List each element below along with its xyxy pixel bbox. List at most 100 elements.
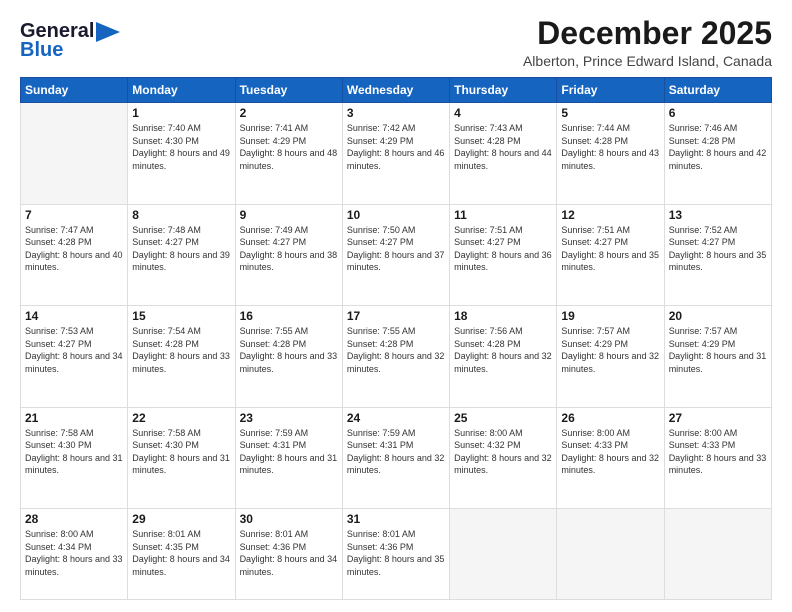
day-number: 18	[454, 309, 552, 323]
day-cell: 20 Sunrise: 7:57 AMSunset: 4:29 PMDayligh…	[664, 306, 771, 407]
day-cell: 18 Sunrise: 7:56 AMSunset: 4:28 PMDayligh…	[450, 306, 557, 407]
day-info: Sunrise: 7:59 AMSunset: 4:31 PMDaylight:…	[347, 427, 445, 477]
day-number: 30	[240, 512, 338, 526]
day-cell: 11Sunrise: 7:51 AMSunset: 4:27 PMDayligh…	[450, 204, 557, 305]
day-info: Sunrise: 7:42 AMSunset: 4:29 PMDaylight:…	[347, 122, 445, 172]
day-cell: 6 Sunrise: 7:46 AMSunset: 4:28 PMDaylight…	[664, 103, 771, 204]
day-info: Sunrise: 7:47 AMSunset: 4:28 PMDaylight:…	[25, 224, 123, 274]
day-number: 1	[132, 106, 230, 120]
day-number: 17	[347, 309, 445, 323]
day-cell: 8 Sunrise: 7:48 AMSunset: 4:27 PMDaylight…	[128, 204, 235, 305]
day-info: Sunrise: 8:00 AMSunset: 4:33 PMDaylight:…	[561, 427, 659, 477]
day-number: 8	[132, 208, 230, 222]
day-info: Sunrise: 8:00 AMSunset: 4:32 PMDaylight:…	[454, 427, 552, 477]
col-header-tuesday: Tuesday	[235, 78, 342, 103]
day-cell	[664, 509, 771, 600]
header: General Blue December 2025 Alberton, Pri…	[20, 16, 772, 69]
subtitle: Alberton, Prince Edward Island, Canada	[523, 53, 772, 69]
day-number: 19	[561, 309, 659, 323]
calendar-table: SundayMondayTuesdayWednesdayThursdayFrid…	[20, 77, 772, 600]
day-cell	[557, 509, 664, 600]
day-info: Sunrise: 7:58 AMSunset: 4:30 PMDaylight:…	[132, 427, 230, 477]
day-number: 9	[240, 208, 338, 222]
day-info: Sunrise: 8:01 AMSunset: 4:36 PMDaylight:…	[347, 528, 445, 578]
page: General Blue December 2025 Alberton, Pri…	[0, 0, 792, 612]
day-info: Sunrise: 7:48 AMSunset: 4:27 PMDaylight:…	[132, 224, 230, 274]
day-number: 20	[669, 309, 767, 323]
week-row-3: 14 Sunrise: 7:53 AMSunset: 4:27 PMDayligh…	[21, 306, 772, 407]
day-number: 29	[132, 512, 230, 526]
day-info: Sunrise: 7:43 AMSunset: 4:28 PMDaylight:…	[454, 122, 552, 172]
day-number: 4	[454, 106, 552, 120]
col-header-sunday: Sunday	[21, 78, 128, 103]
day-cell	[21, 103, 128, 204]
calendar-header-row: SundayMondayTuesdayWednesdayThursdayFrid…	[21, 78, 772, 103]
day-number: 21	[25, 411, 123, 425]
day-cell: 3 Sunrise: 7:42 AMSunset: 4:29 PMDaylight…	[342, 103, 449, 204]
day-cell: 14 Sunrise: 7:53 AMSunset: 4:27 PMDayligh…	[21, 306, 128, 407]
day-info: Sunrise: 8:01 AMSunset: 4:35 PMDaylight:…	[132, 528, 230, 578]
day-cell: 13Sunrise: 7:52 AMSunset: 4:27 PMDayligh…	[664, 204, 771, 305]
day-info: Sunrise: 8:00 AMSunset: 4:34 PMDaylight:…	[25, 528, 123, 578]
day-cell: 2Sunrise: 7:41 AMSunset: 4:29 PMDaylight…	[235, 103, 342, 204]
day-cell: 30 Sunrise: 8:01 AMSunset: 4:36 PMDayligh…	[235, 509, 342, 600]
day-number: 14	[25, 309, 123, 323]
day-cell: 10Sunrise: 7:50 AMSunset: 4:27 PMDayligh…	[342, 204, 449, 305]
day-info: Sunrise: 7:58 AMSunset: 4:30 PMDaylight:…	[25, 427, 123, 477]
day-cell: 23 Sunrise: 7:59 AMSunset: 4:31 PMDayligh…	[235, 407, 342, 508]
day-cell: 29 Sunrise: 8:01 AMSunset: 4:35 PMDayligh…	[128, 509, 235, 600]
day-number: 11	[454, 208, 552, 222]
day-info: Sunrise: 7:51 AMSunset: 4:27 PMDaylight:…	[561, 224, 659, 274]
day-number: 5	[561, 106, 659, 120]
day-info: Sunrise: 7:57 AMSunset: 4:29 PMDaylight:…	[561, 325, 659, 375]
day-info: Sunrise: 7:54 AMSunset: 4:28 PMDaylight:…	[132, 325, 230, 375]
day-number: 16	[240, 309, 338, 323]
day-cell: 28 Sunrise: 8:00 AMSunset: 4:34 PMDayligh…	[21, 509, 128, 600]
day-cell: 24 Sunrise: 7:59 AMSunset: 4:31 PMDayligh…	[342, 407, 449, 508]
day-number: 6	[669, 106, 767, 120]
day-info: Sunrise: 7:57 AMSunset: 4:29 PMDaylight:…	[669, 325, 767, 375]
day-number: 24	[347, 411, 445, 425]
main-title: December 2025	[523, 16, 772, 51]
day-info: Sunrise: 7:55 AMSunset: 4:28 PMDaylight:…	[240, 325, 338, 375]
logo: General Blue	[20, 20, 120, 62]
day-number: 3	[347, 106, 445, 120]
day-cell: 1 Sunrise: 7:40 AMSunset: 4:30 PMDaylight…	[128, 103, 235, 204]
week-row-1: 1 Sunrise: 7:40 AMSunset: 4:30 PMDaylight…	[21, 103, 772, 204]
day-number: 28	[25, 512, 123, 526]
day-cell: 7 Sunrise: 7:47 AMSunset: 4:28 PMDaylight…	[21, 204, 128, 305]
day-number: 12	[561, 208, 659, 222]
day-cell: 21 Sunrise: 7:58 AMSunset: 4:30 PMDayligh…	[21, 407, 128, 508]
week-row-5: 28 Sunrise: 8:00 AMSunset: 4:34 PMDayligh…	[21, 509, 772, 600]
day-info: Sunrise: 7:59 AMSunset: 4:31 PMDaylight:…	[240, 427, 338, 477]
day-cell: 25Sunrise: 8:00 AMSunset: 4:32 PMDayligh…	[450, 407, 557, 508]
logo-blue: Blue	[20, 39, 63, 62]
day-info: Sunrise: 7:40 AMSunset: 4:30 PMDaylight:…	[132, 122, 230, 172]
day-number: 2	[240, 106, 338, 120]
day-number: 31	[347, 512, 445, 526]
col-header-friday: Friday	[557, 78, 664, 103]
day-info: Sunrise: 8:01 AMSunset: 4:36 PMDaylight:…	[240, 528, 338, 578]
day-number: 23	[240, 411, 338, 425]
day-cell: 12 Sunrise: 7:51 AMSunset: 4:27 PMDayligh…	[557, 204, 664, 305]
day-cell: 19 Sunrise: 7:57 AMSunset: 4:29 PMDayligh…	[557, 306, 664, 407]
day-cell: 27Sunrise: 8:00 AMSunset: 4:33 PMDayligh…	[664, 407, 771, 508]
day-cell: 17Sunrise: 7:55 AMSunset: 4:28 PMDayligh…	[342, 306, 449, 407]
col-header-saturday: Saturday	[664, 78, 771, 103]
col-header-monday: Monday	[128, 78, 235, 103]
day-info: Sunrise: 7:49 AMSunset: 4:27 PMDaylight:…	[240, 224, 338, 274]
day-cell: 22Sunrise: 7:58 AMSunset: 4:30 PMDayligh…	[128, 407, 235, 508]
title-block: December 2025 Alberton, Prince Edward Is…	[523, 16, 772, 69]
col-header-thursday: Thursday	[450, 78, 557, 103]
day-number: 7	[25, 208, 123, 222]
day-cell: 5Sunrise: 7:44 AMSunset: 4:28 PMDaylight…	[557, 103, 664, 204]
day-number: 27	[669, 411, 767, 425]
logo-arrow-icon	[96, 22, 120, 42]
day-info: Sunrise: 7:56 AMSunset: 4:28 PMDaylight:…	[454, 325, 552, 375]
day-info: Sunrise: 7:46 AMSunset: 4:28 PMDaylight:…	[669, 122, 767, 172]
day-info: Sunrise: 7:53 AMSunset: 4:27 PMDaylight:…	[25, 325, 123, 375]
day-number: 10	[347, 208, 445, 222]
day-cell: 26Sunrise: 8:00 AMSunset: 4:33 PMDayligh…	[557, 407, 664, 508]
day-cell	[450, 509, 557, 600]
day-info: Sunrise: 7:52 AMSunset: 4:27 PMDaylight:…	[669, 224, 767, 274]
